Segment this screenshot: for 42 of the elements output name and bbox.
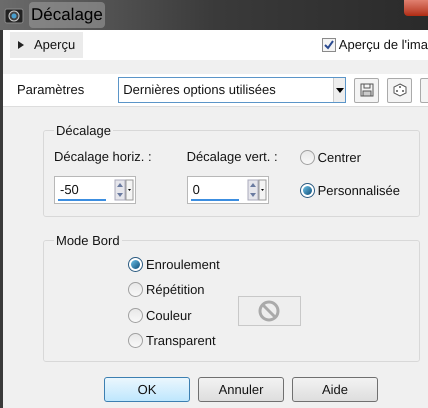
- field-label: Décalage vert. :: [186, 148, 278, 166]
- dice-icon: [392, 83, 407, 97]
- radio-label: Personnalisée: [318, 182, 400, 200]
- radio-button[interactable]: [300, 150, 315, 166]
- dropdown-arrow-icon: [336, 88, 344, 92]
- radio-label: Couleur: [146, 306, 192, 324]
- presets-dropdown[interactable]: Dernières options utilisées: [118, 77, 346, 103]
- preview-toggle[interactable]: Aperçu: [10, 32, 84, 58]
- no-symbol-icon: [258, 300, 280, 322]
- radio-button[interactable]: [128, 282, 143, 298]
- radio-label: Enroulement: [146, 256, 220, 274]
- radio-label: Transparent: [146, 332, 216, 350]
- group-title: Décalage: [55, 122, 112, 140]
- check-icon: [324, 40, 334, 50]
- randomize-button[interactable]: [387, 78, 412, 102]
- spin-field[interactable]: -50: [54, 176, 136, 204]
- radio-button[interactable]: [128, 333, 143, 348]
- presets-label: Paramètres: [17, 81, 86, 100]
- dialog-button[interactable]: OK: [104, 377, 190, 402]
- color-swatch[interactable]: [238, 296, 301, 326]
- spin-field[interactable]: 0: [186, 176, 269, 204]
- toolbar-button[interactable]: [420, 78, 428, 102]
- radio-label: Répétition: [146, 281, 205, 299]
- spin-arrows-icon[interactable]: [114, 179, 134, 201]
- radio-button[interactable]: [300, 182, 315, 198]
- field-label: Décalage horiz. :: [54, 148, 152, 166]
- window-title: Décalage: [29, 2, 105, 28]
- group-title: Mode Bord: [55, 232, 121, 250]
- underline-indicator: [58, 199, 106, 201]
- checkbox-label: Aperçu de l'ima: [338, 36, 428, 54]
- spin-arrows-icon[interactable]: [246, 179, 267, 201]
- underline-indicator: [190, 199, 239, 201]
- save-preset-button[interactable]: [354, 78, 380, 102]
- radio-button[interactable]: [128, 308, 143, 323]
- camera-icon: [4, 6, 24, 24]
- checkbox[interactable]: [322, 38, 336, 52]
- triangle-icon: [18, 41, 24, 49]
- dialog-button[interactable]: Annuler: [198, 377, 284, 402]
- dialog-button[interactable]: Aide: [292, 377, 378, 402]
- radio-button[interactable]: [128, 256, 143, 272]
- close-button[interactable]: [404, 0, 428, 16]
- radio-label: Centrer: [318, 149, 361, 167]
